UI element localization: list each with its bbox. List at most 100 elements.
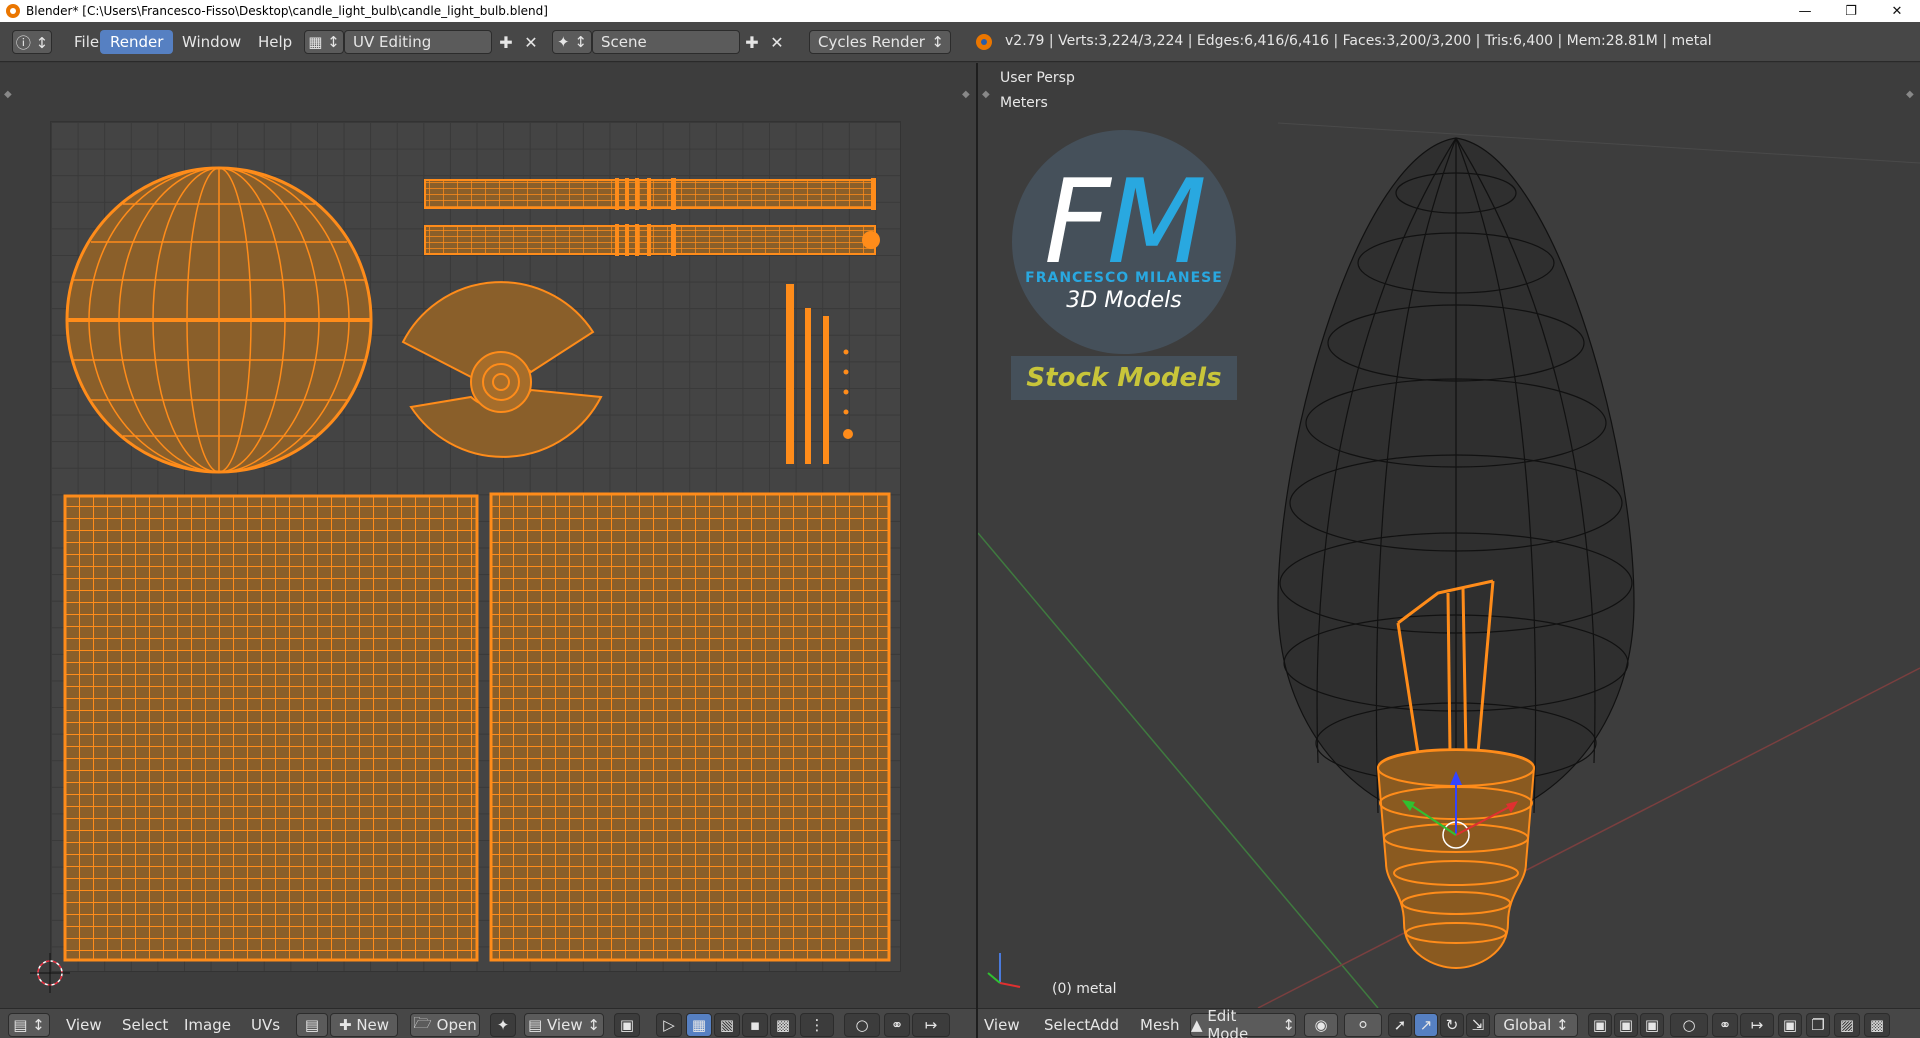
transform-orientation-label: Global xyxy=(1503,1016,1552,1034)
menu-help[interactable]: Help xyxy=(248,30,302,54)
blender-logo-icon xyxy=(976,34,992,50)
grid-line xyxy=(1277,122,1920,164)
uv-layout-svg xyxy=(63,166,891,962)
vertex-select-icon[interactable]: ▦ xyxy=(686,1013,712,1037)
view3d-menu-view[interactable]: View xyxy=(984,1014,1020,1036)
rotate-manipulator-icon[interactable]: ↻ xyxy=(1440,1013,1464,1037)
camera-icon[interactable]: ▨ xyxy=(1834,1013,1860,1037)
view-mode-label: View xyxy=(547,1016,583,1034)
units-label: Meters xyxy=(1000,95,1048,111)
view-name: User Persp xyxy=(1000,70,1075,86)
2d-cursor-icon[interactable] xyxy=(20,943,80,1003)
pivot-icon[interactable]: ▣ xyxy=(614,1013,640,1037)
layer-cube-icon[interactable]: ▣ xyxy=(1588,1013,1612,1037)
scale-manipulator-icon[interactable]: ⇲ xyxy=(1466,1013,1490,1037)
scene-selector[interactable]: ✦ ↕ xyxy=(552,30,592,54)
pin-icon[interactable]: ✦ xyxy=(490,1013,516,1037)
view3d-menu-mesh[interactable]: Mesh xyxy=(1140,1014,1180,1036)
translate-manipulator-icon[interactable]: ↗ xyxy=(1414,1013,1438,1037)
logo-tagline: 3D Models xyxy=(1066,288,1182,313)
add-layout-icon[interactable]: ✚ xyxy=(494,30,518,54)
scene-field[interactable]: Scene xyxy=(592,30,740,54)
scene-icon: ✦ ↕ xyxy=(557,33,587,51)
render-animation-icon[interactable]: ❐ xyxy=(1806,1013,1830,1037)
screen-layout-field[interactable]: UV Editing xyxy=(344,30,492,54)
window-titlebar: Blender* [C:\Users\Francesco-Fisso\Deskt… xyxy=(0,0,1920,22)
uv-menu-select[interactable]: Select xyxy=(122,1014,168,1036)
restore-icon[interactable]: ❐ xyxy=(1828,0,1874,22)
window-title: Blender* [C:\Users\Francesco-Fisso\Deskt… xyxy=(26,4,548,18)
info-header: ⓘ ↕ File Render Window Help ▦ ↕ UV Editi… xyxy=(0,22,1920,62)
image-editor-icon: ▤ ↕ xyxy=(13,1016,45,1034)
view3d-menu-add[interactable]: Add xyxy=(1090,1014,1119,1036)
edit-mode-icon: ▲ xyxy=(1191,1016,1208,1034)
uv-island-fan xyxy=(401,281,603,458)
island-select-icon[interactable]: ▩ xyxy=(770,1013,796,1037)
uv-canvas[interactable] xyxy=(50,121,901,972)
image-browse-button[interactable]: ▤ xyxy=(296,1013,328,1037)
proportional-edit-icon[interactable]: ○ xyxy=(1670,1013,1708,1037)
area-corner-icon[interactable]: ◆ xyxy=(1906,89,1914,100)
chevron-updown-icon: ↕ xyxy=(582,1016,600,1034)
chevron-updown-icon: ↕ xyxy=(1277,1016,1295,1034)
uv-editor-header: ▤ ↕ View Select Image UVs ▤ ✚ New 🗁 Open… xyxy=(0,1008,976,1038)
uv-menu-view[interactable]: View xyxy=(66,1014,102,1036)
uv-menu-uvs[interactable]: UVs xyxy=(251,1014,280,1036)
open-image-button[interactable]: 🗁 Open xyxy=(410,1013,480,1037)
opengl-render-icon[interactable]: ▣ xyxy=(1778,1013,1802,1037)
face-select-icon[interactable]: ▪ xyxy=(742,1013,768,1037)
snap-element-icon[interactable]: ↦ xyxy=(1740,1013,1774,1037)
remove-scene-icon[interactable]: ✕ xyxy=(765,30,789,54)
view-mode-icon: ▤ xyxy=(528,1016,547,1034)
viewport-shading-select[interactable]: ◉ xyxy=(1304,1013,1338,1037)
uv-editor-type-button[interactable]: ▤ ↕ xyxy=(8,1013,50,1037)
uv-menu-image[interactable]: Image xyxy=(184,1014,231,1036)
add-scene-icon[interactable]: ✚ xyxy=(740,30,764,54)
render-engine-select[interactable]: Cycles Render ↕ xyxy=(809,30,951,54)
area-corner-icon[interactable]: ◆ xyxy=(982,89,990,100)
view-axes-gizmo xyxy=(987,953,1021,988)
uv-island-sphere xyxy=(65,166,373,474)
view-mode-select[interactable]: ▤ View ↕ xyxy=(524,1013,604,1037)
info-editor-type-button[interactable]: ⓘ ↕ xyxy=(12,30,52,54)
snap-icon[interactable]: ⚭ xyxy=(1712,1013,1738,1037)
manipulator-toggle-icon[interactable]: ➚ xyxy=(1388,1013,1412,1037)
screen-layout-selector[interactable]: ▦ ↕ xyxy=(304,30,344,54)
layer-cube-icon[interactable]: ▣ xyxy=(1614,1013,1638,1037)
snap-target-icon[interactable]: ↦ xyxy=(912,1013,950,1037)
3d-viewport[interactable]: ◆ ◆ User Persp Meters (0) metal FM FRANC… xyxy=(978,63,1920,1008)
object-info: (0) metal xyxy=(1052,981,1117,997)
menu-window[interactable]: Window xyxy=(172,30,251,54)
sticky-mode-icon[interactable]: ⋮ xyxy=(800,1013,834,1037)
pivot-point-select[interactable]: ⚪ xyxy=(1344,1013,1382,1037)
proportional-edit-icon[interactable]: ○ xyxy=(844,1013,880,1037)
fm-logo-letters: FM xyxy=(1044,165,1207,281)
remove-layout-icon[interactable]: ✕ xyxy=(519,30,543,54)
view3d-menu-select[interactable]: Select xyxy=(1044,1014,1090,1036)
new-image-label: New xyxy=(356,1016,390,1034)
interaction-mode-select[interactable]: ▲ Edit Mode ↕ xyxy=(1190,1007,1296,1038)
bulb-glass-wireframe xyxy=(1277,137,1635,824)
uv-image-editor[interactable]: ◆ ◆ xyxy=(0,63,976,1008)
area-corner-icon[interactable]: ◆ xyxy=(962,89,970,100)
uv-island-bars xyxy=(424,178,880,256)
3d-view-header: View Select Add Mesh ▲ Edit Mode ↕ ◉ ⚪ ➚… xyxy=(978,1007,1920,1038)
minimize-icon[interactable]: — xyxy=(1782,0,1828,22)
sync-selection-icon[interactable]: ▷ xyxy=(656,1013,682,1037)
interaction-mode-label: Edit Mode xyxy=(1207,1007,1249,1038)
render-engine-label: Cycles Render xyxy=(818,33,925,51)
image-browse-icon: ▤ xyxy=(304,1016,320,1034)
clapper-icon[interactable]: ▩ xyxy=(1864,1013,1890,1037)
plus-icon: ✚ xyxy=(338,1016,357,1034)
logo-name: FRANCESCO MILANESE xyxy=(1025,270,1223,286)
edge-select-icon[interactable]: ▧ xyxy=(714,1013,740,1037)
close-icon[interactable]: ✕ xyxy=(1874,0,1920,22)
chevron-updown-icon: ↕ xyxy=(1551,1016,1569,1034)
new-image-button[interactable]: ✚ New xyxy=(330,1013,398,1037)
area-corner-icon[interactable]: ◆ xyxy=(4,89,12,100)
uv-island-rods xyxy=(786,284,853,464)
transform-orientation-select[interactable]: Global ↕ xyxy=(1494,1013,1578,1037)
layer-cube-icon[interactable]: ▣ xyxy=(1640,1013,1664,1037)
snap-icon[interactable]: ⚭ xyxy=(884,1013,910,1037)
menu-render[interactable]: Render xyxy=(100,30,174,54)
